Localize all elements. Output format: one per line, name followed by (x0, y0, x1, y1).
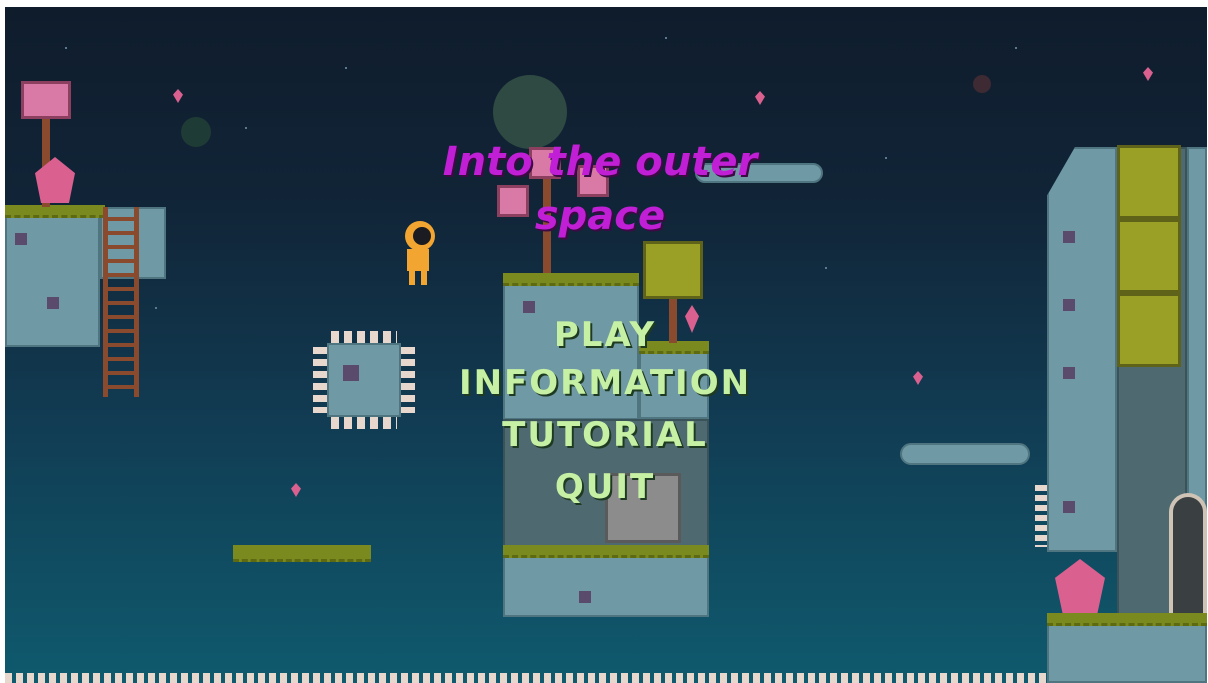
star (155, 307, 157, 309)
game-viewport: Into the outer space PLAY INFORMATION TU… (5, 7, 1207, 683)
moss (503, 545, 709, 558)
stone-rivet (15, 233, 27, 245)
pink-crystal-cluster (1055, 559, 1105, 613)
information-button[interactable]: INFORMATION (405, 363, 805, 403)
spikes-left (313, 347, 327, 413)
wooden-ladder (103, 207, 139, 397)
suit (407, 249, 429, 271)
game-title: Into the outer space (442, 139, 758, 239)
stone-rivet (1063, 501, 1075, 513)
right-ground (1047, 617, 1207, 683)
pink-tree-canopy (21, 81, 71, 119)
spiked-block (327, 343, 401, 417)
star (1015, 47, 1017, 49)
spikes-bottom (331, 417, 397, 429)
tutorial-button[interactable]: TUTORIAL (405, 415, 805, 455)
star (665, 37, 667, 39)
leg (409, 271, 415, 285)
exit-doorway (1169, 493, 1207, 617)
pink-crystal-cluster (35, 157, 75, 203)
stone-rivet (47, 297, 59, 309)
moss (503, 273, 639, 286)
right-tower-wall (1047, 147, 1117, 552)
stone-rivet (579, 591, 591, 603)
crystal-gem (291, 483, 301, 497)
yellow-crate (643, 241, 703, 299)
stone-rivet (1063, 231, 1075, 243)
yellow-crate (1117, 219, 1181, 293)
star (825, 267, 827, 269)
play-button[interactable]: PLAY (405, 315, 805, 355)
stone-rivet (1063, 299, 1075, 311)
moss (233, 545, 371, 562)
moss (5, 205, 105, 218)
left-stone-island (5, 207, 100, 347)
spikes-top (331, 331, 397, 343)
stone-rivet (523, 301, 535, 313)
quit-button[interactable]: QUIT (405, 467, 805, 507)
wall-spikes (1035, 485, 1047, 547)
small-planet (181, 117, 211, 147)
star (345, 67, 347, 69)
star (885, 157, 887, 159)
star (245, 127, 247, 129)
crystal-gem (755, 91, 765, 105)
moss (1047, 613, 1207, 626)
crystal-gem (913, 371, 923, 385)
yellow-crate (1117, 293, 1181, 367)
crystal-gem (173, 89, 183, 103)
crystal-gem (1143, 67, 1153, 81)
yellow-crate (1117, 145, 1181, 219)
stone-rivet (1063, 367, 1075, 379)
stone-rivet (343, 365, 359, 381)
floating-platform (900, 443, 1030, 465)
leg (421, 271, 427, 285)
floor-spikes (5, 673, 1050, 683)
star (65, 47, 67, 49)
distant-planet (973, 75, 991, 93)
